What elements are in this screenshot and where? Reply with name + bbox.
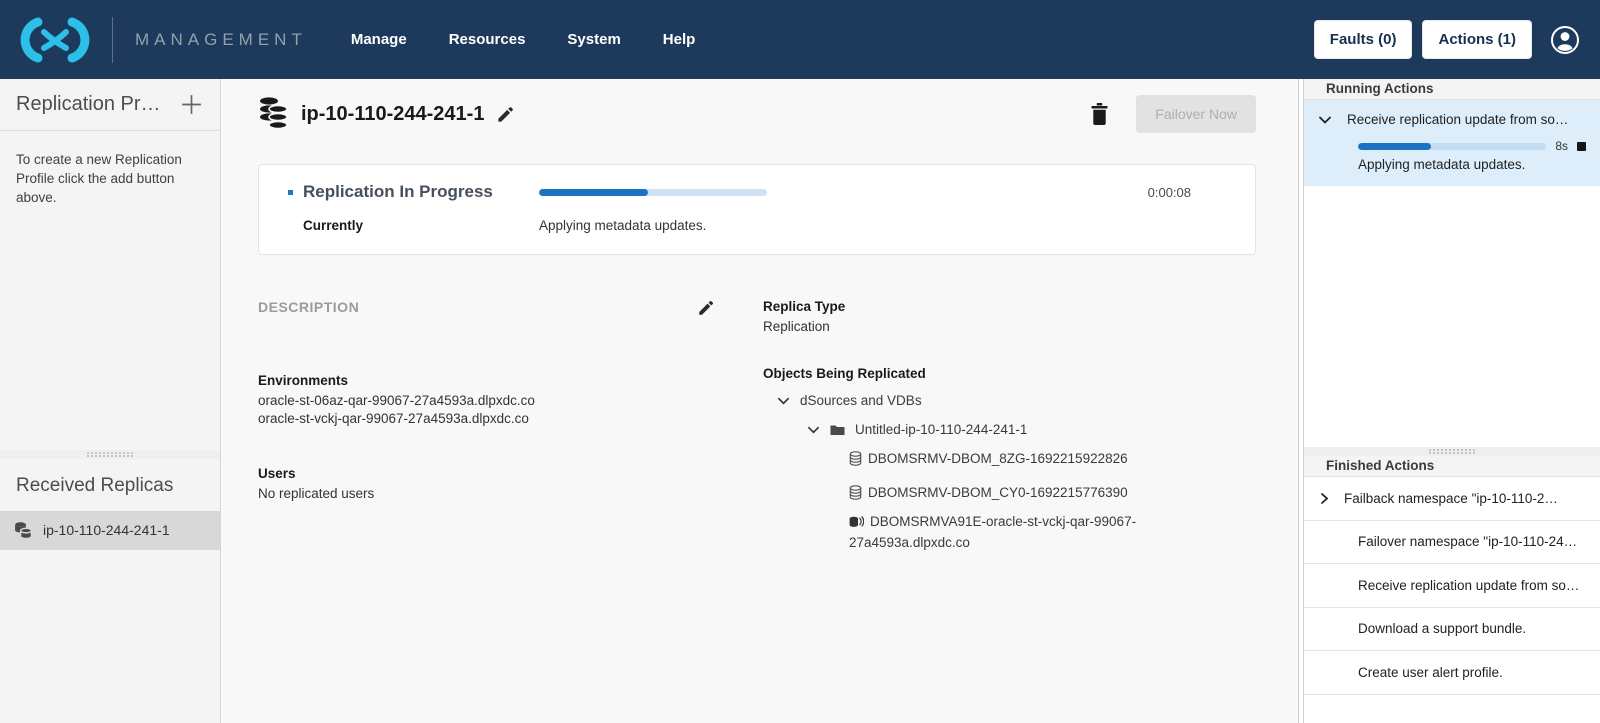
finished-action-item[interactable]: Receive replication update from so… xyxy=(1304,564,1600,608)
replication-progress-card: Replication In Progress 0:00:08 Currentl… xyxy=(258,164,1256,255)
top-navbar: MANAGEMENT Manage Resources System Help … xyxy=(0,0,1600,79)
tree-node-label: dSources and VDBs xyxy=(800,393,922,408)
chevron-right-icon[interactable] xyxy=(1304,492,1344,505)
running-actions-header: Running Actions xyxy=(1304,79,1600,100)
failover-now-button[interactable]: Failover Now xyxy=(1136,95,1256,133)
create-profile-hint: To create a new Replication Profile clic… xyxy=(0,131,200,228)
navbar-divider xyxy=(112,17,113,63)
environments-label: Environments xyxy=(258,373,763,388)
database-icon xyxy=(849,485,862,505)
environment-value: oracle-st-06az-qar-99067-27a4593a.dlpxdc… xyxy=(258,392,763,410)
replication-progress-bar xyxy=(539,189,767,196)
finished-action-label: Failback namespace "ip-10-110-2… xyxy=(1344,491,1558,506)
replica-type-value: Replication xyxy=(763,318,1256,336)
elapsed-time: 0:00:08 xyxy=(1148,185,1191,200)
current-step-text: Applying metadata updates. xyxy=(539,218,706,233)
sidebar-splitter[interactable] xyxy=(0,450,220,459)
users-value: No replicated users xyxy=(258,485,763,503)
tree-node-group[interactable]: Untitled-ip-10-110-244-241-1 xyxy=(807,422,1256,437)
actions-panel-splitter[interactable] xyxy=(1304,447,1600,456)
finished-action-item[interactable]: Download a support bundle. xyxy=(1304,608,1600,652)
chevron-down-icon[interactable] xyxy=(777,395,790,407)
currently-label: Currently xyxy=(303,218,539,233)
folder-icon xyxy=(830,424,845,436)
finished-action-label: Receive replication update from so… xyxy=(1358,578,1579,593)
running-action-title: Receive replication update from so… xyxy=(1347,112,1568,127)
received-replica-item[interactable]: ip-10-110-244-241-1 xyxy=(0,511,220,550)
running-action-item[interactable]: Receive replication update from so… 8s A… xyxy=(1304,100,1600,186)
database-stack-icon xyxy=(258,96,289,132)
objects-replicated-label: Objects Being Replicated xyxy=(763,366,1256,381)
menu-help[interactable]: Help xyxy=(663,31,696,48)
replication-profiles-title: Replication Pr… xyxy=(16,93,161,116)
replication-profiles-header: Replication Pr… xyxy=(0,79,220,131)
actions-panel: Running Actions Receive replication upda… xyxy=(1303,79,1600,723)
delete-replica-icon[interactable] xyxy=(1089,102,1110,126)
finished-actions-header: Finished Actions xyxy=(1304,456,1600,477)
replication-sidebar: Replication Pr… To create a new Replicat… xyxy=(0,79,221,723)
replica-detail-panel: ip-10-110-244-241-1 Failover Now xyxy=(221,79,1299,723)
tree-leaf-dsource[interactable]: DBOMSRMV-DBOM_CY0-1692215776390 xyxy=(849,484,1149,505)
user-avatar-icon[interactable] xyxy=(1550,25,1580,55)
replica-type-label: Replica Type xyxy=(763,299,1256,314)
actions-button[interactable]: Actions (1) xyxy=(1422,20,1532,59)
tree-leaf-dsource[interactable]: DBOMSRMV-DBOM_8ZG-1692215922826 xyxy=(849,450,1149,471)
menu-manage[interactable]: Manage xyxy=(351,31,407,48)
vdb-live-source-icon xyxy=(849,515,864,534)
drag-handle-icon xyxy=(87,452,133,457)
finished-action-item[interactable]: Create user alert profile. xyxy=(1304,651,1600,695)
tree-leaf-vdb[interactable]: DBOMSRMVA91E-oracle-st-vckj-qar-99067-27… xyxy=(849,513,1149,551)
tree-leaf-label: DBOMSRMV-DBOM_CY0-1692215776390 xyxy=(868,485,1128,500)
users-label: Users xyxy=(258,466,763,481)
running-action-duration: 8s xyxy=(1555,139,1568,153)
add-profile-button[interactable] xyxy=(179,92,204,117)
stop-action-button[interactable] xyxy=(1577,142,1586,151)
brand-label: MANAGEMENT xyxy=(135,30,307,50)
main-menu: Manage Resources System Help xyxy=(351,31,695,48)
description-label: DESCRIPTION xyxy=(258,299,359,315)
running-action-status: Applying metadata updates. xyxy=(1358,157,1588,172)
tree-leaf-label: DBOMSRMV-DBOM_8ZG-1692215922826 xyxy=(868,451,1128,466)
finished-action-label: Create user alert profile. xyxy=(1358,665,1503,680)
tree-node-label: Untitled-ip-10-110-244-241-1 xyxy=(855,422,1027,437)
replication-status-title: Replication In Progress xyxy=(303,182,539,202)
finished-action-item[interactable]: Failback namespace "ip-10-110-2… xyxy=(1304,477,1600,521)
running-action-progress-bar xyxy=(1358,143,1546,150)
edit-title-icon[interactable] xyxy=(496,105,515,124)
chevron-down-icon[interactable] xyxy=(1318,114,1332,126)
replica-item-label: ip-10-110-244-241-1 xyxy=(43,522,170,538)
faults-button[interactable]: Faults (0) xyxy=(1314,20,1413,59)
menu-resources[interactable]: Resources xyxy=(449,31,526,48)
finished-action-label: Download a support bundle. xyxy=(1358,621,1526,636)
tree-leaf-label: DBOMSRMVA91E-oracle-st-vckj-qar-99067-27… xyxy=(849,514,1136,550)
database-icon xyxy=(849,451,862,471)
received-replicas-header: Received Replicas xyxy=(0,459,220,511)
status-bullet-icon xyxy=(288,190,293,195)
menu-system[interactable]: System xyxy=(567,31,620,48)
replica-title: ip-10-110-244-241-1 xyxy=(301,103,484,126)
environment-value: oracle-st-vckj-qar-99067-27a4593a.dlpxdc… xyxy=(258,410,763,428)
edit-description-icon[interactable] xyxy=(697,299,715,317)
drag-handle-icon xyxy=(1429,449,1475,454)
running-action-progress-fill xyxy=(1358,143,1431,150)
delphix-logo-icon xyxy=(14,14,96,66)
finished-action-item[interactable]: Failover namespace "ip-10-110-24… xyxy=(1304,521,1600,565)
finished-actions-list: Failback namespace "ip-10-110-2… Failove… xyxy=(1304,477,1600,695)
chevron-down-icon[interactable] xyxy=(807,424,820,436)
replication-progress-fill xyxy=(539,189,648,196)
replica-db-icon xyxy=(14,521,33,540)
finished-action-label: Failover namespace "ip-10-110-24… xyxy=(1358,534,1577,549)
tree-node-dsources[interactable]: dSources and VDBs xyxy=(777,393,1256,408)
